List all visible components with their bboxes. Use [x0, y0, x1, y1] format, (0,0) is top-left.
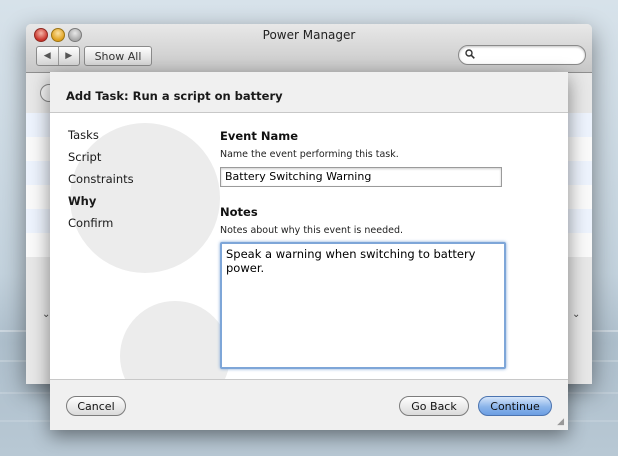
watermark-logo	[120, 301, 230, 379]
sheet-title: Add Task: Run a script on battery	[66, 89, 283, 103]
notes-help: Notes about why this event is needed.	[220, 225, 403, 236]
sheet-content: Tasks Script Constraints Why Confirm Eve…	[50, 112, 568, 380]
step-why: Why	[68, 194, 97, 208]
continue-button[interactable]: Continue	[478, 396, 552, 416]
show-all-button[interactable]: Show All	[84, 46, 152, 66]
event-name-help: Name the event performing this task.	[220, 149, 399, 160]
step-script: Script	[68, 150, 102, 164]
event-name-label: Event Name	[220, 129, 299, 143]
cancel-button[interactable]: Cancel	[66, 396, 126, 416]
go-back-button[interactable]: Go Back	[399, 396, 469, 416]
step-constraints: Constraints	[68, 172, 134, 186]
event-name-field[interactable]: Battery Switching Warning	[220, 167, 502, 187]
forward-arrow-icon[interactable]: ▶	[57, 47, 80, 65]
resize-grip-icon[interactable]: ◢	[557, 417, 564, 427]
notes-label: Notes	[220, 205, 258, 219]
window-titlebar[interactable]: Power Manager ◀ ▶ Show All	[26, 24, 592, 73]
step-tasks: Tasks	[68, 128, 99, 142]
back-arrow-icon[interactable]: ◀	[37, 47, 58, 65]
window-title: Power Manager	[262, 28, 356, 42]
popup-arrow-icon[interactable]: ⌄	[572, 309, 580, 320]
search-field[interactable]	[458, 45, 586, 65]
search-icon	[465, 49, 475, 62]
add-task-sheet: Add Task: Run a script on battery Tasks …	[50, 72, 568, 430]
notes-textarea[interactable]: Speak a warning when switching to batter…	[220, 242, 506, 369]
step-list: Tasks Script Constraints Why Confirm	[68, 127, 134, 237]
back-forward-control: ◀ ▶	[36, 46, 80, 66]
step-confirm: Confirm	[68, 216, 114, 230]
